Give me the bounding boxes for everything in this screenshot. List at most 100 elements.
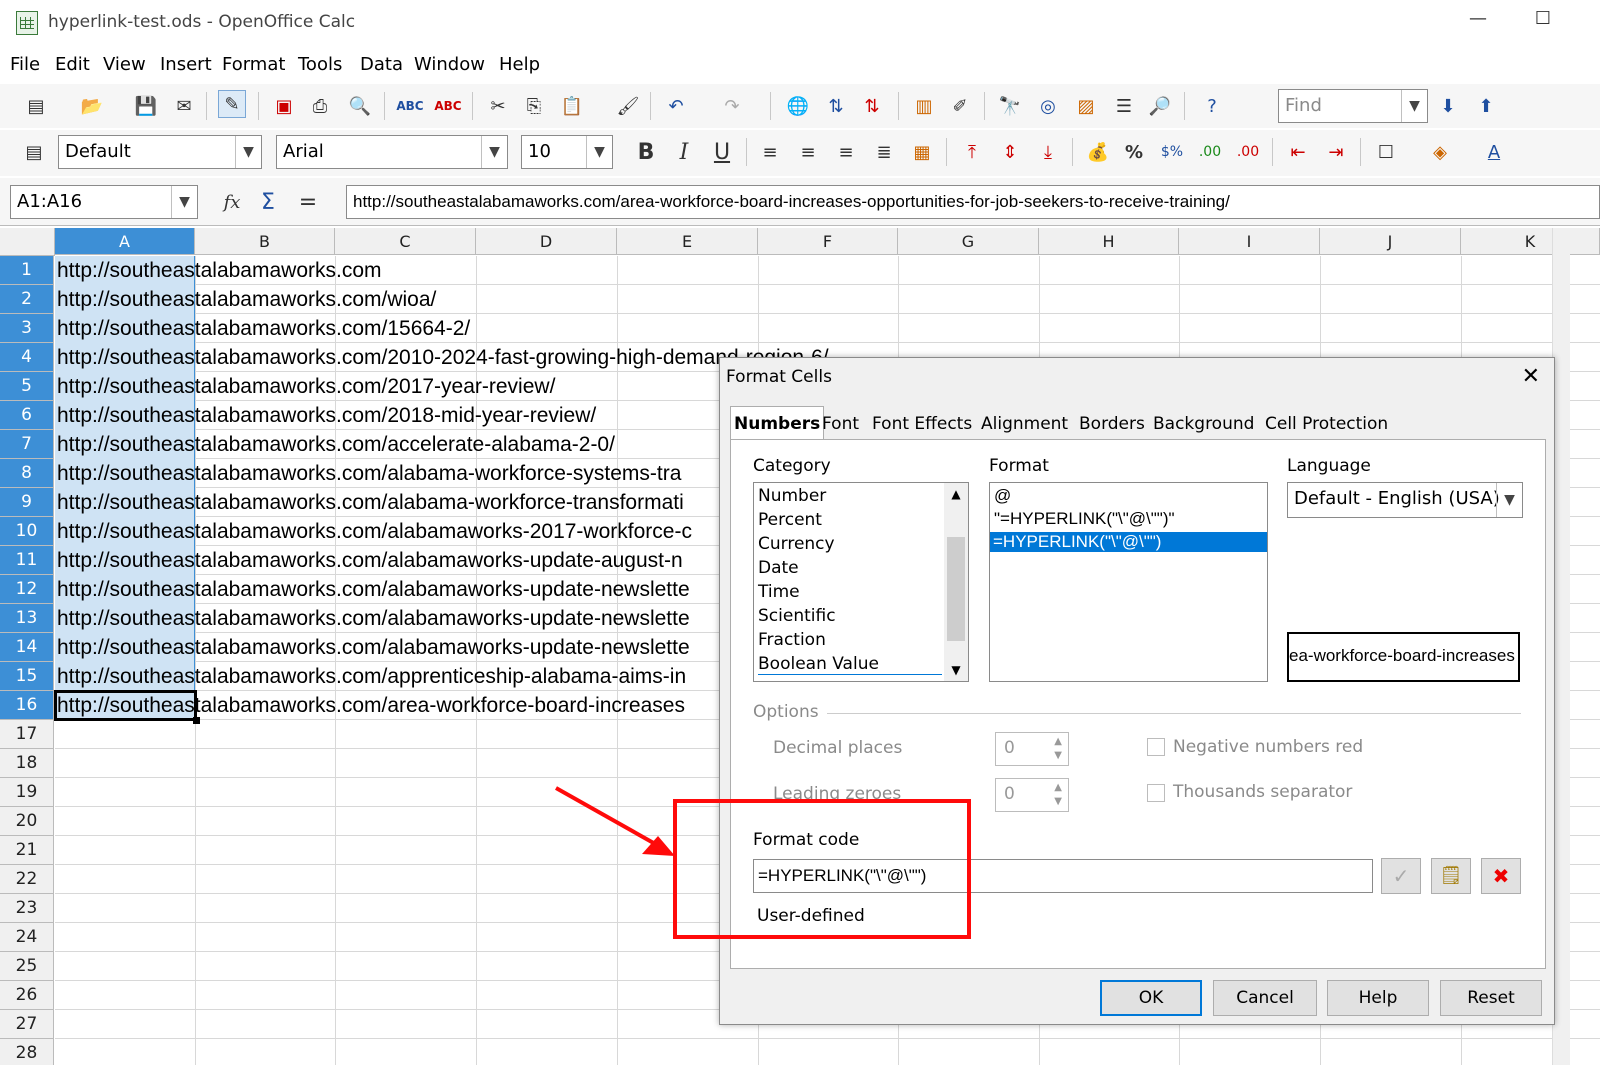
email-icon[interactable]: ✉ [170, 92, 198, 120]
column-header-g[interactable]: G [898, 228, 1039, 255]
list-item[interactable]: Fraction [758, 630, 826, 650]
draw-functions-icon[interactable]: ✐ [946, 92, 974, 120]
stepper-arrows-icon[interactable]: ▲ ▼ [1054, 781, 1062, 809]
print-icon[interactable]: ⎙ [306, 92, 334, 120]
tab-alignment[interactable]: Alignment [977, 406, 1072, 440]
reset-button[interactable]: Reset [1440, 980, 1542, 1016]
list-item-selected[interactable]: =HYPERLINK("\"@\"") [990, 532, 1267, 552]
percent-format-button[interactable]: % [1120, 138, 1148, 166]
justify-icon[interactable]: ≣ [870, 138, 898, 166]
row-header[interactable]: 27 [0, 1010, 54, 1039]
column-header-e[interactable]: E [617, 228, 758, 255]
tab-borders[interactable]: Borders [1075, 406, 1149, 440]
help-icon[interactable]: ? [1198, 92, 1226, 120]
cell-a14[interactable]: http://southeastalabamaworks.com/alabama… [57, 633, 690, 662]
align-top-icon[interactable]: ⤒ [958, 138, 986, 166]
find-replace-icon[interactable]: 🔭 [996, 92, 1024, 120]
borders-icon[interactable]: ☐ [1372, 138, 1400, 166]
row-header[interactable]: 8 [0, 459, 54, 488]
undo-icon[interactable]: ↶ [662, 92, 690, 120]
hyperlink-icon[interactable]: 🌐 [784, 92, 812, 120]
function-button[interactable]: = [294, 188, 322, 216]
find-previous-icon[interactable]: ⬆ [1472, 92, 1500, 120]
close-icon[interactable]: ✕ [1522, 364, 1540, 389]
menu-view[interactable]: View [103, 54, 146, 75]
column-header-a[interactable]: A [55, 228, 195, 255]
open-folder-icon[interactable]: 📂 [78, 92, 106, 120]
row-header[interactable]: 28 [0, 1039, 54, 1065]
column-header-h[interactable]: H [1039, 228, 1179, 255]
redo-icon[interactable]: ↷ [718, 92, 746, 120]
select-all-corner[interactable] [0, 228, 55, 256]
menu-window[interactable]: Window [414, 54, 485, 75]
menu-format[interactable]: Format [222, 54, 285, 75]
underline-button[interactable]: U [708, 138, 736, 166]
column-header-b[interactable]: B [195, 228, 335, 255]
tab-cell-protection[interactable]: Cell Protection [1261, 406, 1392, 440]
list-item[interactable]: Currency [758, 534, 835, 554]
menu-insert[interactable]: Insert [160, 54, 212, 75]
find-next-icon[interactable]: ⬇ [1434, 92, 1462, 120]
save-icon[interactable]: 💾 [132, 92, 160, 120]
cell-a1[interactable]: http://southeastalabamaworks.com [57, 256, 382, 285]
align-left-icon[interactable]: ≡ [756, 138, 784, 166]
cell-a12[interactable]: http://southeastalabamaworks.com/alabama… [57, 575, 690, 604]
format-list[interactable]: @ "=HYPERLINK("\"@\"")" =HYPERLINK("\"@\… [989, 482, 1268, 682]
increase-indent-icon[interactable]: ⇥ [1322, 138, 1350, 166]
row-header[interactable]: 18 [0, 749, 54, 778]
cell-a8[interactable]: http://southeastalabamaworks.com/alabama… [57, 459, 681, 488]
row-header[interactable]: 11 [0, 546, 54, 575]
row-header[interactable]: 6 [0, 401, 54, 430]
chevron-up-icon[interactable]: ▲ [944, 487, 968, 501]
category-list[interactable]: Number Percent Currency Date Time Scient… [753, 482, 969, 682]
minimize-button[interactable]: — [1463, 8, 1493, 29]
italic-button[interactable]: I [670, 138, 698, 166]
chevron-down-icon[interactable]: ▼ [586, 136, 612, 168]
list-item[interactable]: Time [758, 582, 800, 602]
cell-a11[interactable]: http://southeastalabamaworks.com/alabama… [57, 546, 683, 575]
print-preview-icon[interactable]: 🔍 [346, 92, 374, 120]
row-header[interactable]: 23 [0, 894, 54, 923]
chevron-down-icon[interactable]: ▼ [235, 136, 261, 168]
delete-decimal-icon[interactable]: .00 [1234, 138, 1262, 166]
decrease-indent-icon[interactable]: ⇤ [1284, 138, 1312, 166]
list-item[interactable]: Percent [758, 510, 822, 530]
gallery-icon[interactable]: ▨ [1072, 92, 1100, 120]
row-header[interactable]: 25 [0, 952, 54, 981]
export-pdf-icon[interactable]: ▣ [270, 92, 298, 120]
add-format-button[interactable]: ✓ [1381, 858, 1421, 894]
language-select[interactable]: Default - English (USA) ▼ [1287, 482, 1523, 518]
row-header[interactable]: 3 [0, 314, 54, 343]
cut-icon[interactable]: ✂ [484, 92, 512, 120]
navigator-icon[interactable]: ◎ [1034, 92, 1062, 120]
name-box[interactable]: A1:A16 ▼ [10, 185, 198, 219]
row-header[interactable]: 15 [0, 662, 54, 691]
data-sources-icon[interactable]: ☰ [1110, 92, 1138, 120]
sort-descending-icon[interactable]: ⇅ [858, 92, 886, 120]
row-header[interactable]: 1 [0, 256, 54, 285]
row-header[interactable]: 24 [0, 923, 54, 952]
column-header-f[interactable]: F [758, 228, 898, 255]
background-color-icon[interactable]: ◈ [1426, 138, 1454, 166]
merge-cells-icon[interactable]: ▦ [908, 138, 936, 166]
cell-a6[interactable]: http://southeastalabamaworks.com/2018-mi… [57, 401, 596, 430]
clone-formatting-icon[interactable]: 🖌 [614, 92, 642, 120]
row-header[interactable]: 20 [0, 807, 54, 836]
cell-a10[interactable]: http://southeastalabamaworks.com/alabama… [57, 517, 692, 546]
fill-handle[interactable] [193, 717, 200, 724]
tab-font[interactable]: Font [818, 406, 863, 440]
sort-ascending-icon[interactable]: ⇅ [822, 92, 850, 120]
cell-a2[interactable]: http://southeastalabamaworks.com/wioa/ [57, 285, 436, 314]
align-bottom-icon[interactable]: ⤓ [1034, 138, 1062, 166]
leading-zeroes-stepper[interactable]: 0 ▲ ▼ [995, 778, 1069, 812]
list-item[interactable]: Number [758, 486, 826, 506]
cell-a13[interactable]: http://southeastalabamaworks.com/alabama… [57, 604, 690, 633]
align-center-icon[interactable]: ≡ [794, 138, 822, 166]
row-header[interactable]: 17 [0, 720, 54, 749]
function-wizard-icon[interactable]: fx [218, 188, 246, 216]
find-input[interactable]: Find ▼ [1278, 89, 1428, 123]
paragraph-style-select[interactable]: Default ▼ [58, 135, 262, 169]
help-button[interactable]: Help [1327, 980, 1429, 1016]
column-header-c[interactable]: C [335, 228, 476, 255]
cancel-button[interactable]: Cancel [1213, 980, 1317, 1016]
